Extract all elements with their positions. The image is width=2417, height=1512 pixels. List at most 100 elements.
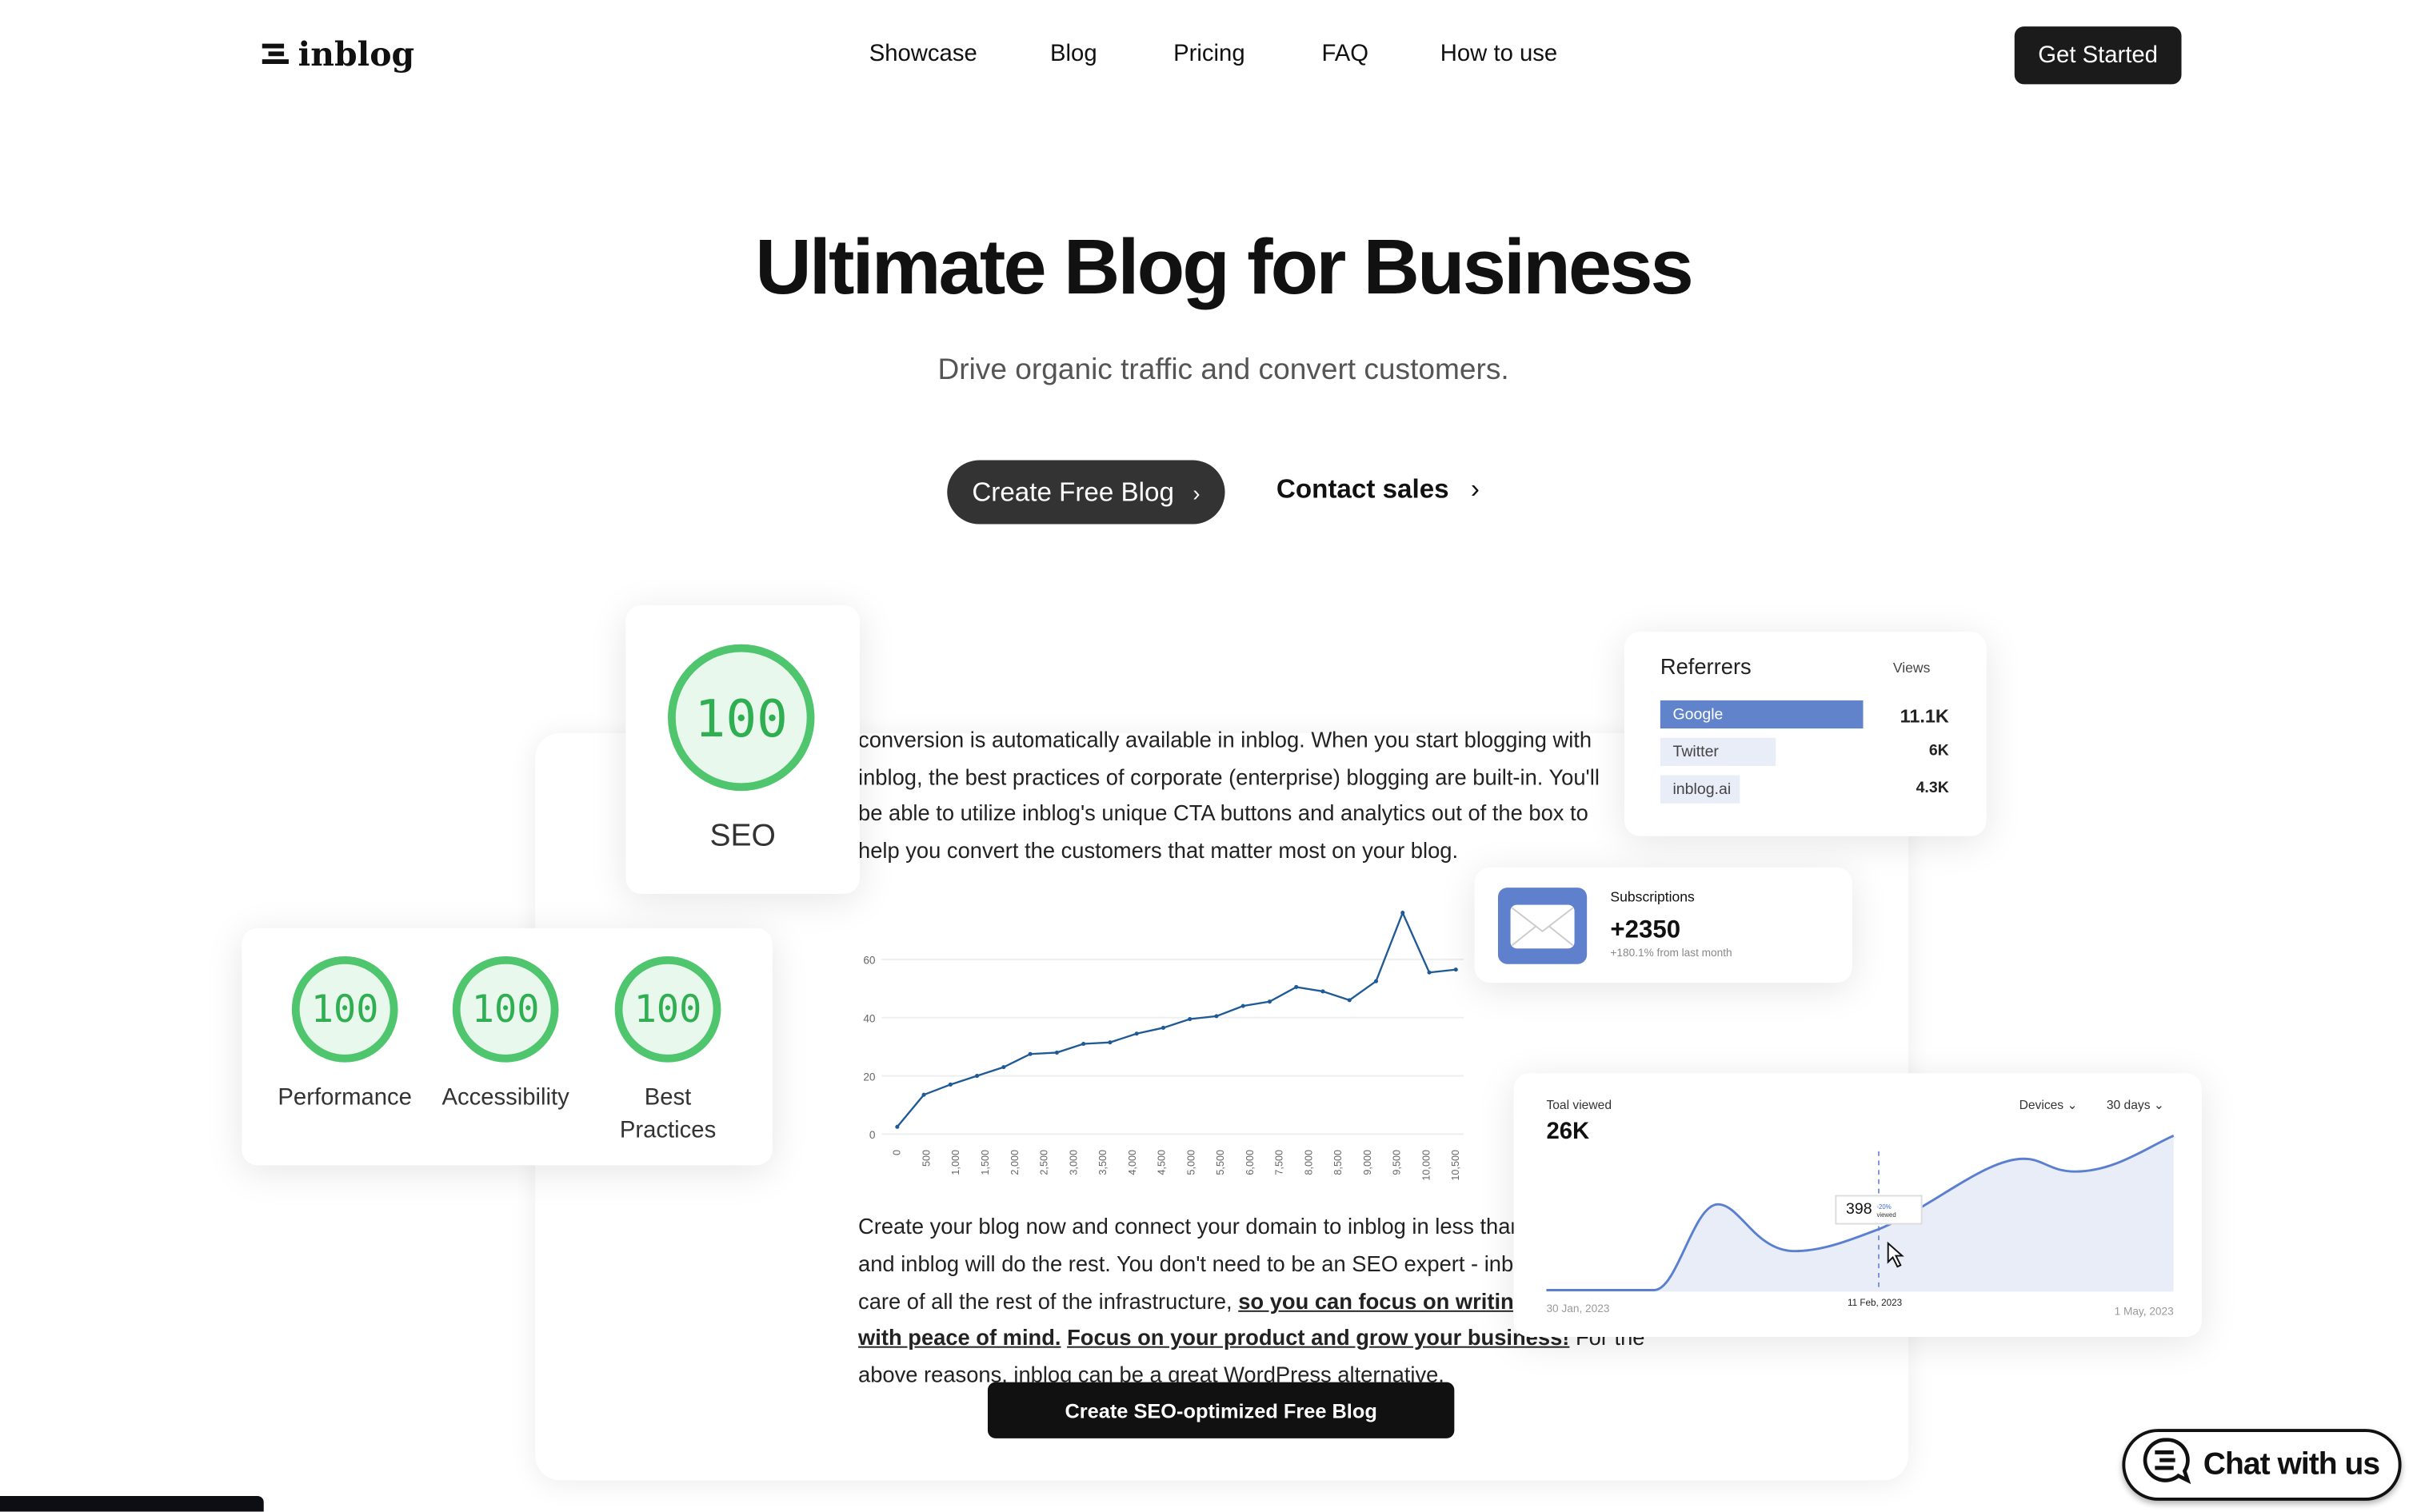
article-link[interactable]: Focus on your product and grow your busi…: [1067, 1324, 1569, 1349]
data-point: [1001, 1065, 1006, 1070]
subscriptions-label: Subscriptions: [1610, 889, 1695, 905]
line-chart: 0 20 40 60 0 500 1,000 1,500 2,000 2,500 3,000 3,50…: [863, 910, 1464, 1181]
x-tick-label: 500: [921, 1150, 932, 1167]
data-point: [1214, 1014, 1219, 1019]
x-tick-label: 9,500: [1392, 1150, 1403, 1175]
performance-score-gauge: 100: [291, 955, 398, 1063]
article-line: help you convert the customers that matt…: [858, 837, 1459, 863]
nav-how-to-use[interactable]: How to use: [1440, 41, 1557, 67]
x-tick-label: 8,000: [1303, 1150, 1314, 1175]
subscriptions-change: +180.1% from last month: [1610, 948, 1732, 959]
total-viewed-card: Toal viewed 26K Devices ⌄ 30 days ⌄ 398 …: [1513, 1073, 2202, 1338]
chat-label: Chat with us: [2203, 1446, 2380, 1482]
y-tick-label: 40: [863, 1013, 876, 1025]
chat-with-us-button[interactable]: Chat with us: [2122, 1429, 2402, 1501]
x-tick-label: 4,000: [1127, 1150, 1138, 1175]
data-point: [1240, 1003, 1245, 1008]
chevron-right-icon: ›: [1470, 474, 1480, 505]
referrer-row-inblog-ai: inblog.ai: [1660, 775, 1740, 804]
referrers-title: Referrers: [1660, 653, 1752, 679]
page-title: Ultimate Blog for Business: [755, 222, 1694, 311]
x-tick-label: 10,000: [1420, 1150, 1432, 1181]
accessibility-score-gauge: 100: [452, 955, 559, 1063]
article-line: inblog, the best practices of corporate …: [858, 764, 1600, 790]
data-point: [1161, 1025, 1165, 1030]
data-point: [1188, 1016, 1193, 1022]
referrer-row-twitter: Twitter: [1660, 737, 1776, 766]
performance-label: Performance: [278, 1083, 412, 1111]
article-link[interactable]: so you can focus on writing co: [1238, 1289, 1559, 1314]
data-point: [921, 1092, 926, 1097]
data-point: [975, 1074, 980, 1079]
referrer-views: 6K: [1928, 742, 1949, 760]
best-practices-label: Best Practices: [619, 1083, 717, 1144]
views-column-header: Views: [1892, 660, 1931, 676]
best-practices-score-gauge: 100: [614, 955, 721, 1063]
lighthouse-scores-card: 100 Performance 100 Accessibility 100 Be…: [242, 928, 773, 1166]
nav-blog[interactable]: Blog: [1050, 41, 1097, 67]
data-point: [1347, 998, 1352, 1003]
tooltip-unit: viewed: [1876, 1210, 1896, 1218]
article-link[interactable]: with peace of mind.: [858, 1324, 1061, 1349]
x-label-start: 30 Jan, 2023: [1546, 1304, 1610, 1315]
x-tick-label: 9,000: [1362, 1150, 1373, 1175]
article-line: care of all the rest of the infrastructu…: [858, 1289, 1559, 1314]
x-label-end: 1 May, 2023: [2114, 1307, 2174, 1319]
y-tick-label: 20: [863, 1071, 876, 1083]
chart-tooltip: 398 -20% viewed: [1835, 1195, 1923, 1225]
data-point: [895, 1124, 900, 1129]
data-point: [1108, 1040, 1113, 1045]
seo-score-gauge: 100: [668, 644, 815, 792]
referrers-card: Referrers Views Google 11.1K Twitter 6K inbl…: [1624, 632, 1987, 836]
series-line: [896, 910, 1456, 1128]
data-point: [1427, 970, 1432, 975]
article-line: be able to utilize inblog's unique CTA b…: [858, 800, 1588, 826]
nav-faq[interactable]: FAQ: [1321, 41, 1368, 67]
mail-icon: [1497, 888, 1588, 964]
data-point: [1453, 967, 1458, 972]
x-tick-label: 1,500: [980, 1150, 991, 1175]
logo-text: inblog: [298, 34, 415, 74]
seo-label: SEO: [709, 819, 776, 854]
subscriptions-value: +2350: [1610, 917, 1681, 944]
article-line: Create your blog now and connect your do…: [858, 1213, 1541, 1239]
x-label-hover: 11 Feb, 2023: [1847, 1299, 1903, 1309]
referrer-views: 11.1K: [1900, 704, 1949, 728]
tooltip-change: -20%: [1876, 1202, 1892, 1211]
y-tick-label: 0: [869, 1129, 876, 1141]
x-tick-label: 2,000: [1009, 1150, 1021, 1175]
create-free-blog-button[interactable]: Create Free Blog ›: [947, 460, 1225, 525]
hero-subtitle: Drive organic traffic and convert custom…: [937, 353, 1509, 387]
x-tick-label: 2,500: [1039, 1150, 1050, 1175]
data-point: [1400, 911, 1405, 916]
data-point: [948, 1082, 953, 1087]
get-started-button[interactable]: Get Started: [2014, 26, 2182, 85]
x-tick-label: 4,500: [1157, 1150, 1168, 1175]
x-tick-label: 6,000: [1244, 1150, 1256, 1175]
article-text: care of all the rest of the infrastructu…: [858, 1288, 1239, 1314]
x-tick-label: 5,000: [1185, 1150, 1197, 1175]
x-tick-label: 0: [892, 1150, 903, 1155]
create-free-blog-label: Create Free Blog: [972, 477, 1174, 507]
bottom-toast-bar: [0, 1496, 264, 1512]
x-tick-label: 5,500: [1215, 1150, 1226, 1175]
contact-sales-link[interactable]: Contact sales ›: [1276, 474, 1480, 505]
logo[interactable]: inblog: [262, 34, 414, 74]
x-tick-label: 8,500: [1332, 1150, 1344, 1175]
contact-sales-label: Contact sales: [1276, 474, 1449, 505]
subscriptions-card: Subscriptions +2350 +180.1% from last mo…: [1474, 867, 1852, 983]
nav-pricing[interactable]: Pricing: [1173, 41, 1244, 67]
data-point: [1320, 989, 1325, 994]
nav-showcase[interactable]: Showcase: [869, 41, 977, 67]
x-tick-label: 7,500: [1274, 1150, 1285, 1175]
x-tick-label: 1,000: [950, 1150, 961, 1175]
chevron-right-icon: ›: [1193, 479, 1201, 505]
x-tick-label: 10,500: [1450, 1150, 1461, 1181]
article-line: and inblog will do the rest. You don't n…: [858, 1251, 1543, 1276]
create-seo-blog-button[interactable]: Create SEO-optimized Free Blog: [987, 1382, 1455, 1438]
y-tick-label: 60: [863, 955, 876, 967]
data-point: [1081, 1041, 1086, 1047]
data-point: [1028, 1051, 1033, 1056]
accessibility-label: Accessibility: [441, 1083, 569, 1111]
seo-score-card: 100 SEO: [625, 604, 861, 894]
